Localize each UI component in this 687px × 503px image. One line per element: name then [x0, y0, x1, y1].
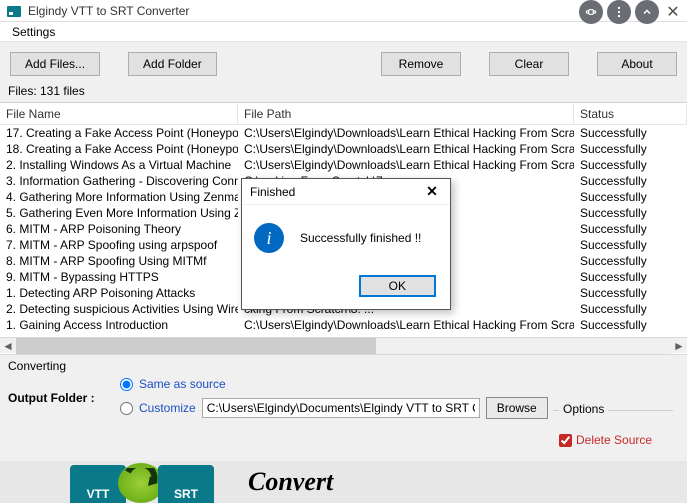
files-count: Files: 131 files — [0, 82, 687, 102]
cell-filepath: C:\Users\Elgindy\Downloads\Learn Ethical… — [238, 126, 574, 140]
scroll-left-icon[interactable]: ◄ — [0, 338, 16, 354]
cell-filename: 8. MITM - ARP Spoofing Using MITMf — [0, 254, 238, 268]
cell-status: Successfully — [574, 270, 687, 284]
cell-filepath: C:\Users\Elgindy\Downloads\Learn Ethical… — [238, 318, 574, 332]
cell-filename: 2. Installing Windows As a Virtual Machi… — [0, 158, 238, 172]
table-row[interactable]: 17. Creating a Fake Access Point (Honeyp… — [0, 125, 687, 141]
cell-filename: 3. Information Gathering - Discovering C… — [0, 174, 238, 188]
cell-status: Successfully — [574, 126, 687, 140]
horizontal-scrollbar[interactable]: ◄ ► — [0, 337, 687, 353]
cell-filename: 1. Gaining Access Introduction — [0, 318, 238, 332]
cell-status: Successfully — [574, 206, 687, 220]
up-button[interactable] — [635, 0, 659, 24]
cell-filepath: C:\Users\Elgindy\Downloads\Learn Ethical… — [238, 142, 574, 156]
delete-source-checkbox[interactable] — [559, 434, 572, 447]
col-filename[interactable]: File Name — [0, 104, 238, 124]
cell-status: Successfully — [574, 302, 687, 316]
customize-label[interactable]: Customize — [139, 401, 196, 415]
cell-filename: 5. Gathering Even More Information Using… — [0, 206, 238, 220]
table-row[interactable]: 2. Installing Windows As a Virtual Machi… — [0, 157, 687, 173]
cell-filepath: C:\Users\Elgindy\Downloads\Learn Ethical… — [238, 158, 574, 172]
menu-settings[interactable]: Settings — [6, 23, 61, 41]
cell-status: Successfully — [574, 142, 687, 156]
info-icon: i — [254, 223, 284, 253]
vtt-srt-logo: VTT SRT — [70, 461, 218, 503]
same-as-source-radio[interactable] — [120, 378, 133, 391]
toolbar: Add Files... Add Folder Remove Clear Abo… — [0, 42, 687, 82]
cell-status: Successfully — [574, 174, 687, 188]
cell-filename: 7. MITM - ARP Spoofing using arpspoof — [0, 238, 238, 252]
cell-status: Successfully — [574, 158, 687, 172]
same-as-source-label[interactable]: Same as source — [139, 377, 226, 391]
dialog-message: Successfully finished !! — [300, 231, 421, 245]
browse-button[interactable]: Browse — [486, 397, 548, 419]
more-button[interactable] — [607, 0, 631, 24]
options-legend: Options — [559, 402, 608, 416]
cell-filename: 1. Detecting ARP Poisoning Attacks — [0, 286, 238, 300]
output-path-input[interactable] — [202, 398, 480, 418]
menubar: Settings — [0, 22, 687, 42]
convert-button[interactable]: Convert — [248, 467, 333, 497]
cell-filename: 18. Creating a Fake Access Point (Honeyp… — [0, 142, 238, 156]
titlebar: Elgindy VTT to SRT Converter ✕ — [0, 0, 687, 22]
cell-filename: 6. MITM - ARP Poisoning Theory — [0, 222, 238, 236]
options-group: Options Delete Source — [553, 410, 673, 457]
cell-filename: 2. Detecting suspicious Activities Using… — [0, 302, 238, 316]
output-folder-label: Output Folder : — [8, 391, 108, 405]
cell-filename: 17. Creating a Fake Access Point (Honeyp… — [0, 126, 238, 140]
app-icon — [6, 3, 22, 19]
cell-status: Successfully — [574, 222, 687, 236]
dialog-close-icon[interactable]: ✕ — [418, 182, 446, 202]
cell-status: Successfully — [574, 254, 687, 268]
convert-bar: VTT SRT Convert — [0, 461, 687, 503]
scroll-right-icon[interactable]: ► — [671, 338, 687, 354]
close-icon[interactable]: ✕ — [663, 2, 683, 22]
cell-filename: 4. Gathering More Information Using Zenm… — [0, 190, 238, 204]
col-status[interactable]: Status — [574, 104, 687, 124]
cell-filename: 9. MITM - Bypassing HTTPS — [0, 270, 238, 284]
delete-source-option[interactable]: Delete Source — [559, 433, 667, 447]
table-row[interactable]: 18. Creating a Fake Access Point (Honeyp… — [0, 141, 687, 157]
customize-radio[interactable] — [120, 402, 133, 415]
add-folder-button[interactable]: Add Folder — [128, 52, 217, 76]
cell-status: Successfully — [574, 318, 687, 332]
dialog-title: Finished — [250, 185, 295, 199]
delete-source-label: Delete Source — [576, 433, 652, 447]
window-title: Elgindy VTT to SRT Converter — [28, 4, 189, 18]
scroll-thumb[interactable] — [16, 338, 376, 354]
lens-button[interactable] — [579, 0, 603, 24]
col-filepath[interactable]: File Path — [238, 104, 574, 124]
remove-button[interactable]: Remove — [381, 52, 461, 76]
finished-dialog: Finished ✕ i Successfully finished !! OK — [241, 178, 451, 310]
dialog-ok-button[interactable]: OK — [359, 275, 436, 297]
cell-status: Successfully — [574, 238, 687, 252]
cell-status: Successfully — [574, 190, 687, 204]
cell-status: Successfully — [574, 286, 687, 300]
clear-button[interactable]: Clear — [489, 52, 569, 76]
converting-label: Converting — [8, 359, 679, 373]
add-files-button[interactable]: Add Files... — [10, 52, 100, 76]
table-row[interactable]: 1. Gaining Access IntroductionC:\Users\E… — [0, 317, 687, 333]
about-button[interactable]: About — [597, 52, 677, 76]
